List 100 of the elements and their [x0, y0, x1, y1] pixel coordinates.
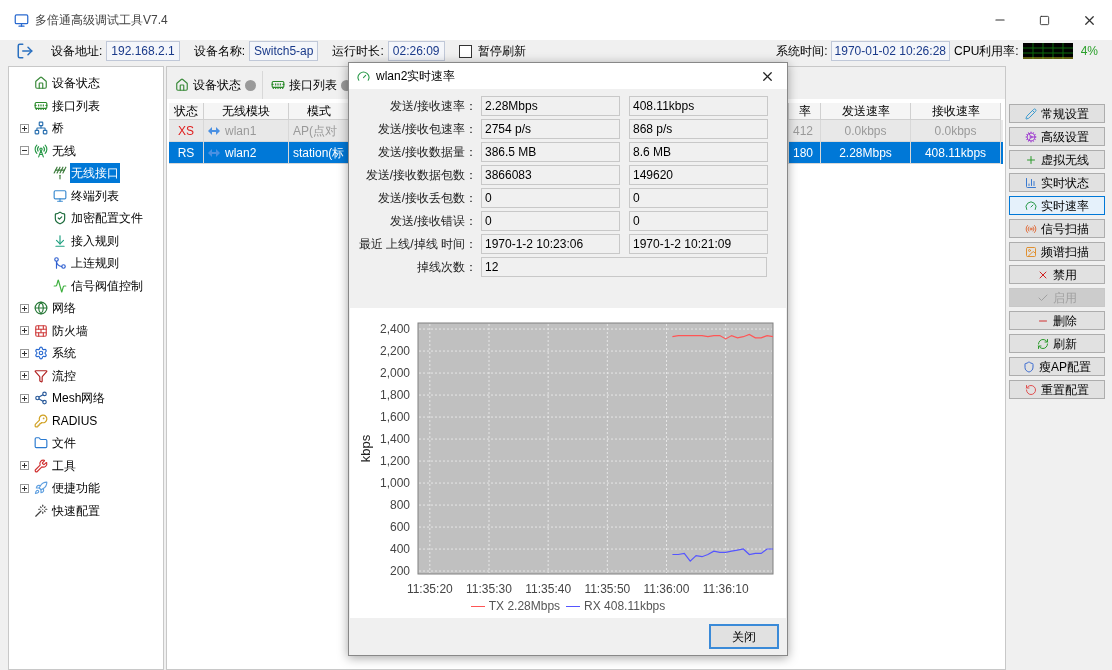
- tree-item[interactable]: 系统: [51, 343, 77, 364]
- field-label: 掉线次数：: [416, 259, 478, 276]
- tree-item[interactable]: 接入规则: [70, 230, 120, 251]
- axis-title: kbps: [358, 434, 373, 463]
- action-button[interactable]: 刷新: [1009, 334, 1105, 353]
- dialog-title: wlan2实时速率: [376, 68, 456, 85]
- table-cell-text: 2.28Mbps: [839, 144, 892, 162]
- tree-item[interactable]: 加密配置文件: [70, 208, 144, 229]
- tree-item[interactable]: 桥: [51, 118, 65, 139]
- tree-item[interactable]: 快速配置: [51, 500, 101, 521]
- table-cell-text: 412: [793, 122, 814, 140]
- checkbox-label: 暂停刷新: [477, 43, 526, 60]
- tree-item[interactable]: 设备状态: [51, 73, 101, 94]
- action-button[interactable]: 删除: [1009, 311, 1105, 330]
- axis-tick-label: 1,200: [379, 454, 410, 469]
- tree-item[interactable]: 上连规则: [70, 253, 120, 274]
- action-button[interactable]: 瘦AP配置: [1009, 357, 1105, 376]
- axis-tick-label: 11:35:20: [406, 582, 453, 596]
- field-label: 发送/接收错误：: [388, 213, 478, 230]
- axis-tick-label: 11:36:00: [643, 582, 690, 596]
- action-button[interactable]: 信号扫描: [1009, 219, 1105, 238]
- tree-item[interactable]: 网络: [51, 298, 77, 319]
- axis-tick-label: 11:35:40: [525, 582, 572, 596]
- field-label: 设备名称:: [193, 43, 246, 60]
- tree-item[interactable]: 防火墙: [51, 320, 89, 341]
- field-label: 系统时间:: [776, 43, 828, 60]
- action-button[interactable]: 重置配置: [1009, 380, 1105, 399]
- read-only-field: 0: [481, 188, 620, 208]
- axis-tick-label: 2,400: [379, 322, 410, 337]
- field-label: 发送/接收丢包数：: [376, 190, 478, 207]
- field-label: 发送/接收数据包数：: [364, 167, 478, 184]
- axis-tick-label: 200: [389, 564, 410, 579]
- axis-tick-label: 1,400: [379, 432, 410, 447]
- table-cell-text: station(标: [293, 144, 345, 162]
- field-label: CPU利用率:: [954, 43, 1019, 60]
- read-only-field: 2.28Mbps: [481, 96, 620, 116]
- tree-item[interactable]: 无线接口: [70, 163, 120, 184]
- action-button[interactable]: 频谱扫描: [1009, 242, 1105, 261]
- field-label: 发送/接收包速率：: [376, 121, 478, 138]
- cpu-percentage: 4%: [1080, 43, 1098, 60]
- read-only-field: Switch5-ap: [249, 41, 319, 61]
- table-cell-text: XS: [178, 122, 194, 140]
- table-cell-text: 0.0kbps: [844, 122, 887, 140]
- read-only-field: 149620: [629, 165, 768, 185]
- table-cell-text: wlan2: [225, 144, 257, 162]
- read-only-field: 192.168.2.1: [106, 41, 180, 61]
- field-label: 发送/接收速率：: [388, 98, 478, 115]
- tree-item[interactable]: Mesh网络: [51, 388, 107, 409]
- read-only-field: 3866083: [481, 165, 620, 185]
- axis-tick-label: 2,000: [379, 366, 410, 381]
- read-only-field: 8.6 MB: [629, 142, 768, 162]
- tree-item[interactable]: RADIUS: [51, 410, 99, 431]
- action-button[interactable]: 常规设置: [1009, 104, 1105, 123]
- read-only-field: 408.11kbps: [629, 96, 768, 116]
- axis-tick-label: 11:35:30: [466, 582, 512, 596]
- close-button[interactable]: 关闭: [709, 624, 779, 649]
- tree-item[interactable]: 接口列表: [51, 95, 101, 116]
- field-label: 运行时长:: [332, 43, 384, 60]
- read-only-field: 12: [481, 257, 767, 277]
- read-only-field: 0: [629, 211, 768, 231]
- axis-tick-label: 1,800: [379, 388, 410, 403]
- action-button[interactable]: 禁用: [1009, 265, 1105, 284]
- table-cell-text: 180: [793, 144, 814, 162]
- axis-tick-label: 2,200: [379, 344, 410, 359]
- legend-label: TX 2.28Mbps: [488, 598, 561, 615]
- read-only-field: 386.5 MB: [481, 142, 620, 162]
- read-only-field: 868 p/s: [629, 119, 768, 139]
- read-only-field: 2754 p/s: [481, 119, 620, 139]
- table-cell-text: 0.0kbps: [934, 122, 977, 140]
- axis-tick-label: 11:35:50: [584, 582, 631, 596]
- field-label: 发送/接收数据量：: [376, 144, 478, 161]
- legend-label: RX 408.11kbps: [584, 598, 666, 615]
- table-cell-text: wlan1: [225, 122, 257, 140]
- axis-tick-label: 1,000: [379, 476, 410, 491]
- action-button[interactable]: 虚拟无线: [1009, 150, 1105, 169]
- axis-tick-label: 800: [389, 498, 410, 513]
- tab[interactable]: 设备状态: [167, 71, 263, 99]
- field-label: 设备地址:: [51, 43, 103, 60]
- field-label: 最近 上线/掉线 时间：: [358, 236, 478, 253]
- action-button[interactable]: 实时速率: [1009, 196, 1105, 215]
- table-cell-text: 408.11kbps: [924, 144, 987, 162]
- tree-item[interactable]: 流控: [51, 365, 77, 386]
- window-title: 多倍通高级调试工具V7.4: [35, 12, 168, 29]
- axis-tick-label: 400: [389, 542, 410, 557]
- tree-item[interactable]: 文件: [51, 433, 77, 454]
- axis-tick-label: 1,600: [379, 410, 410, 425]
- axis-tick-label: 600: [389, 520, 410, 535]
- tree-item[interactable]: 无线: [51, 140, 77, 161]
- tree-item[interactable]: 工具: [51, 455, 77, 476]
- action-button[interactable]: 高级设置: [1009, 127, 1105, 146]
- action-button[interactable]: 实时状态: [1009, 173, 1105, 192]
- tree-item[interactable]: 终端列表: [70, 185, 120, 206]
- read-only-field: 0: [629, 188, 768, 208]
- tree-item[interactable]: 信号阀值控制: [70, 275, 144, 296]
- read-only-field: 1970-01-02 10:26:28: [830, 41, 950, 61]
- read-only-field: 1970-1-2 10:23:06: [481, 234, 620, 254]
- read-only-field: 1970-1-2 10:21:09: [629, 234, 768, 254]
- tree-item[interactable]: 便捷功能: [51, 478, 101, 499]
- table-cell-text: RS: [177, 144, 195, 162]
- table-cell-text: AP(点对: [293, 122, 337, 140]
